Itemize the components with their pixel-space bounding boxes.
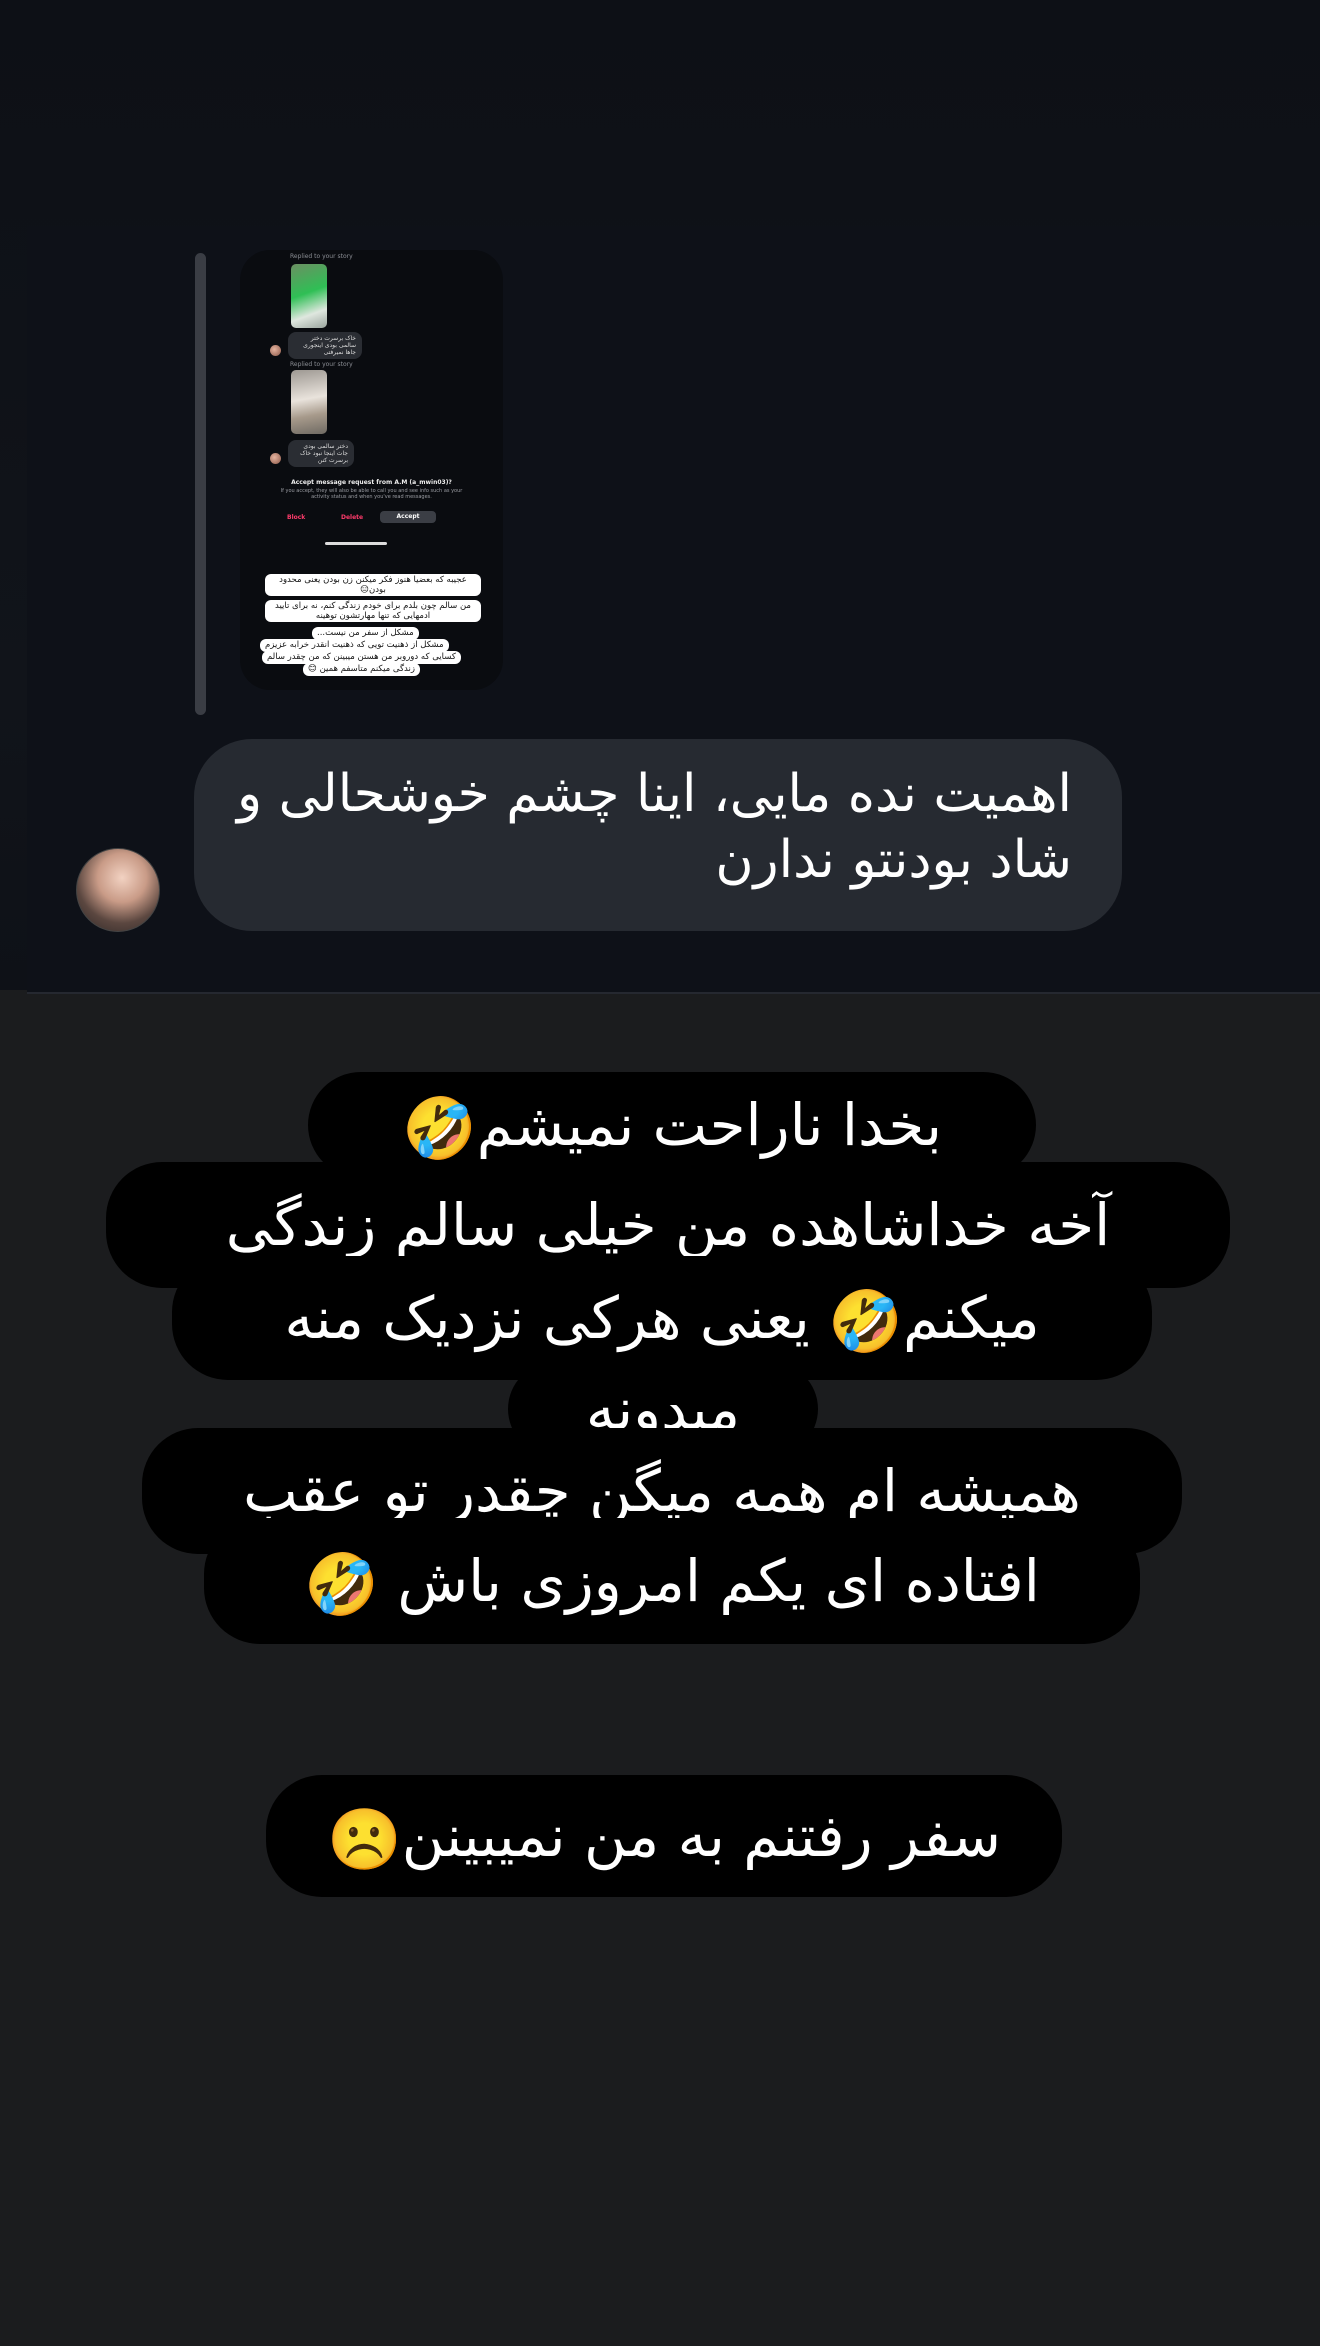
story-text-line: افتاده ای یکم امروزی باش 🤣 <box>204 1518 1140 1644</box>
rofl-emoji-icon: 🤣 <box>304 1549 379 1620</box>
replied-story-preview[interactable]: Replied to your story خاک برسرت دختر سال… <box>240 250 503 690</box>
story-caption: من سالم چون بلدم برای خودم زندگی کنم، نه… <box>265 600 481 622</box>
story-line-text: یعنی هرکی نزدیک منه <box>284 1284 810 1352</box>
story-line-text: سفر رفتنم به من نمیبینن <box>401 1802 1002 1870</box>
sender-avatar <box>270 453 281 464</box>
story-line-text: همیشه ام همه میگن چقدر تو عقب <box>243 1457 1081 1525</box>
replied-label: Replied to your story <box>290 253 353 260</box>
story-thumbnail <box>291 370 327 434</box>
sender-avatar <box>270 345 281 356</box>
replied-label: Replied to your story <box>290 361 353 368</box>
story-caption: زندگی میکنم متاسفم همین 😊 <box>303 663 420 676</box>
nested-reply-bubble: خاک برسرت دختر سالمی بودی اینجوری جاها ن… <box>288 332 362 359</box>
story-caption: عجیبه که بعضیا هنوز فکر میکنن زن بودن یع… <box>265 574 481 596</box>
story-line-text: میکنم <box>902 1284 1040 1352</box>
reply-message-bubble: اهمیت نده مایی، اینا چشم خوشحالی و شاد ب… <box>194 739 1122 931</box>
delete-button[interactable]: Delete <box>341 514 363 521</box>
story-line-text: افتاده ای یکم امروزی باش <box>397 1547 1040 1615</box>
nested-reply-bubble: دختر سالمی بودی جات اینجا نبود خاک برسرت… <box>288 440 354 467</box>
request-title: Accept message request from A.M (a_mwin0… <box>291 479 452 486</box>
story-line-text: آخه خداشاهده من خیلی سالم زندگی <box>225 1191 1111 1259</box>
story-text-line: سفر رفتنم به من نمیبینن☹️ <box>266 1775 1062 1897</box>
story-thumbnail <box>291 264 327 328</box>
request-subtitle: If you accept, they will also be able to… <box>280 488 463 500</box>
accept-button[interactable]: Accept <box>380 511 436 523</box>
reply-message-text: اهمیت نده مایی، اینا چشم خوشحالی و شاد ب… <box>236 764 1072 890</box>
reply-indicator-bar <box>195 253 206 715</box>
nested-dm-screenshot: Replied to your story خاک برسرت دختر سال… <box>240 250 503 690</box>
rofl-emoji-icon: 🤣 <box>402 1093 477 1164</box>
avatar[interactable] <box>76 848 160 932</box>
block-button[interactable]: Block <box>287 514 305 521</box>
home-indicator <box>325 542 387 545</box>
rofl-emoji-icon: 🤣 <box>828 1286 903 1357</box>
frowning-face-emoji-icon: ☹️ <box>326 1804 402 1875</box>
story-line-text: بخدا ناراحت نمیشم <box>476 1091 942 1159</box>
reply-screenshot: Replied to your story خاک برسرت دختر سال… <box>0 0 1320 994</box>
